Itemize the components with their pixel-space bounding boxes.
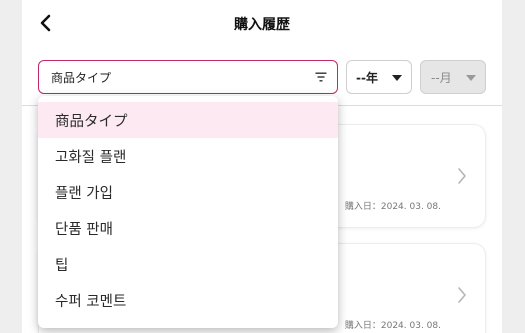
- product-type-value: 商品タイプ: [51, 70, 112, 85]
- chevron-right-icon: [458, 168, 466, 184]
- year-select[interactable]: --年: [346, 60, 412, 94]
- product-type-select[interactable]: 商品タイプ: [38, 60, 338, 94]
- app-header: 購入履歴: [22, 0, 502, 50]
- dropdown-option[interactable]: 商品タイプ: [38, 102, 338, 138]
- dropdown-option[interactable]: 단품 판매: [38, 210, 338, 246]
- purchase-date: 購入日：2024. 03. 08.: [344, 321, 441, 331]
- month-select[interactable]: --月: [420, 60, 486, 94]
- dropdown-option[interactable]: 팁: [38, 246, 338, 282]
- dropdown-option[interactable]: 수퍼 코멘트: [38, 282, 338, 318]
- page-title: 購入履歴: [234, 17, 290, 33]
- chevron-right-icon: [458, 287, 466, 303]
- product-type-dropdown: 商品タイプ 고화질 플랜 플랜 가입 단품 판매 팁 수퍼 코멘트: [38, 96, 338, 328]
- caret-down-icon: [466, 75, 476, 81]
- purchase-date: 購入日：2024. 03. 08.: [344, 202, 441, 212]
- year-value: --年: [356, 70, 378, 85]
- dropdown-option[interactable]: 고화질 플랜: [38, 138, 338, 174]
- caret-down-icon: [392, 75, 402, 81]
- month-value: --月: [431, 70, 452, 85]
- dropdown-option[interactable]: 플랜 가입: [38, 174, 338, 210]
- filter-icon: [315, 72, 327, 82]
